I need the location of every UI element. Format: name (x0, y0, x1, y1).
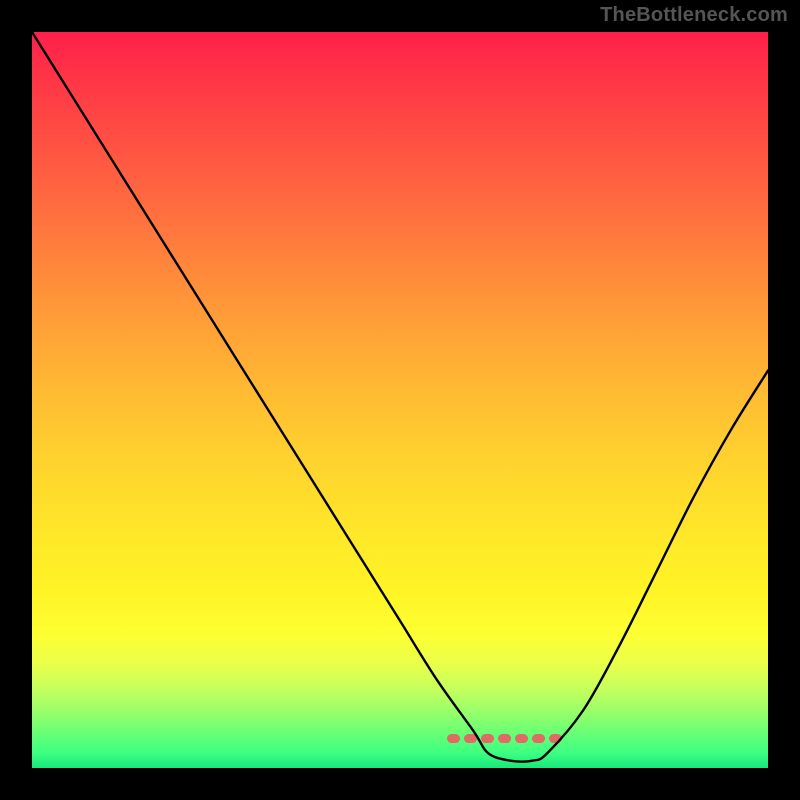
chart-frame: TheBottleneck.com (0, 0, 800, 800)
plot-area (32, 32, 768, 768)
curve-line (32, 32, 768, 762)
watermark-text: TheBottleneck.com (600, 4, 788, 27)
bottleneck-curve (32, 32, 768, 768)
